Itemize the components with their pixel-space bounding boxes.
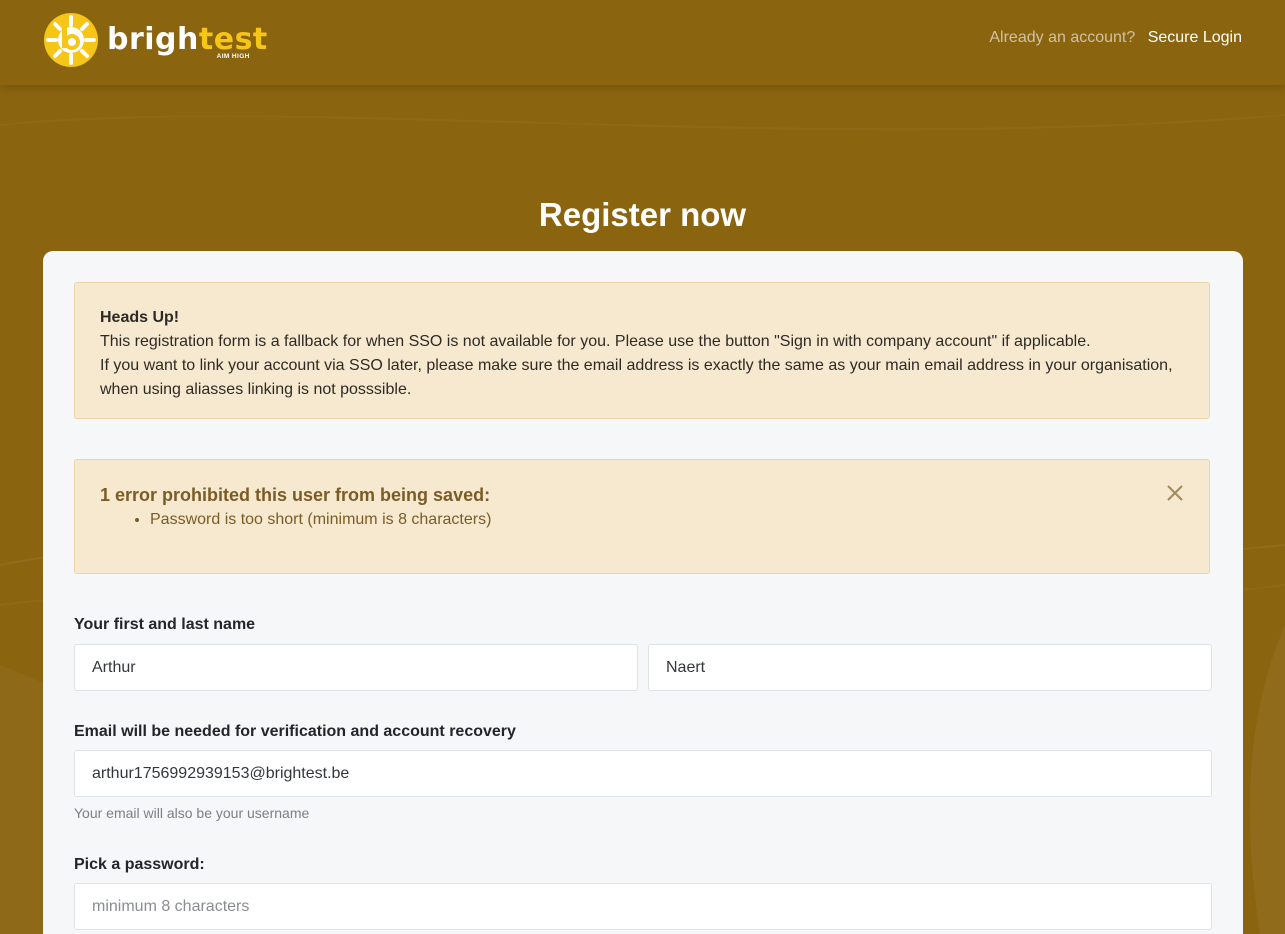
name-label: Your first and last name — [74, 616, 256, 633]
email-help-text: Your email will also be your username — [74, 805, 310, 821]
error-alert: 1 error prohibited this user from being … — [74, 459, 1210, 574]
error-list: Password is too short (minimum is 8 char… — [100, 510, 1184, 530]
logo-wordmark-text: brightest — [107, 22, 268, 57]
password-label: Pick a password: — [74, 856, 205, 873]
logo-tagline: AIM HIGH — [216, 53, 250, 60]
info-alert: Heads Up! This registration form is a fa… — [74, 282, 1210, 419]
account-question: Already an account? — [989, 29, 1136, 46]
top-navigation-bar: brightest AIM HIGH Already an account? S… — [0, 0, 1285, 85]
brightest-logo-icon — [44, 13, 98, 67]
last-name-input[interactable] — [648, 644, 1212, 691]
error-list-item: Password is too short (minimum is 8 char… — [150, 510, 1184, 530]
first-name-input[interactable] — [74, 644, 638, 691]
info-alert-line-1: This registration form is a fallback for… — [100, 333, 1091, 350]
brightest-wordmark: brightest AIM HIGH — [107, 12, 268, 68]
login-prompt: Already an account? Secure Login — [989, 29, 1242, 47]
brightest-logo[interactable]: brightest AIM HIGH — [43, 12, 268, 68]
close-icon[interactable] — [1166, 484, 1184, 502]
email-label: Email will be needed for verification an… — [74, 723, 516, 740]
email-input[interactable] — [74, 750, 1212, 797]
registration-form-card: Heads Up! This registration form is a fa… — [43, 251, 1243, 934]
password-input[interactable] — [74, 883, 1212, 930]
info-alert-title: Heads Up! — [100, 309, 180, 326]
error-alert-title: 1 error prohibited this user from being … — [100, 485, 491, 505]
info-alert-line-2: If you want to link your account via SSO… — [100, 357, 1173, 398]
page-title: Register now — [538, 196, 747, 233]
secure-login-link[interactable]: Secure Login — [1148, 29, 1242, 46]
